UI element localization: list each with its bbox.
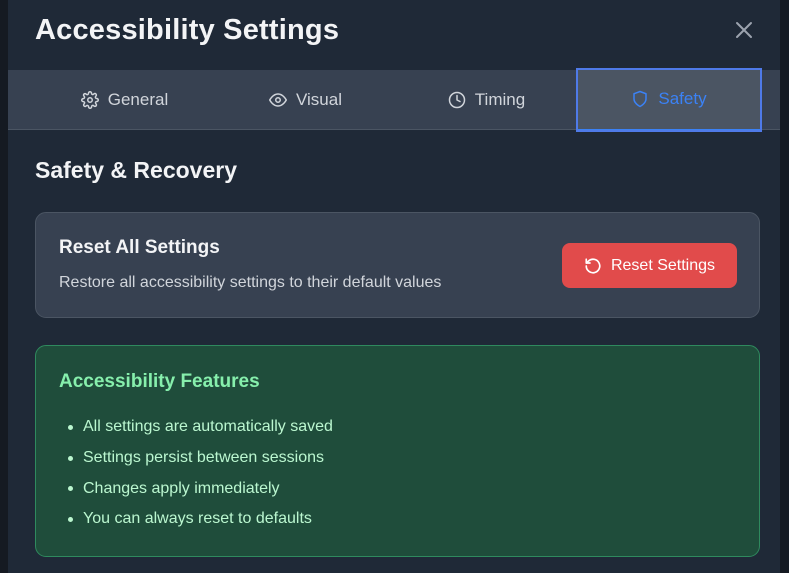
feature-text: All settings are automatically saved — [83, 418, 333, 436]
tab-timing[interactable]: Timing — [396, 70, 577, 130]
gear-icon — [80, 91, 99, 109]
shield-icon — [633, 90, 648, 107]
reset-card-description: Restore all accessibility settings to th… — [59, 274, 442, 291]
tab-label-visual: Visual — [296, 90, 342, 109]
clock-icon — [448, 91, 466, 109]
dialog-title: Accessibility Settings — [35, 14, 340, 46]
tab-visual[interactable]: Visual — [215, 70, 396, 130]
list-item: All settings are automatically saved — [59, 412, 333, 443]
tab-label-timing: Timing — [474, 90, 526, 109]
reset-button-label: Reset Settings — [610, 256, 716, 274]
reset-card: Reset All Settings Restore all accessibi… — [35, 212, 760, 318]
bullet-icon — [68, 516, 73, 522]
eye-icon — [269, 93, 287, 107]
rotate-ccw-icon — [585, 257, 601, 274]
feature-text: Settings persist between sessions — [83, 449, 325, 467]
bullet-icon — [68, 486, 73, 492]
tab-bar: General Visual Timing Safety — [8, 68, 780, 132]
reset-card-title: Reset All Settings — [59, 237, 220, 258]
close-button[interactable] — [732, 18, 756, 42]
tab-label-safety: Safety — [658, 88, 707, 108]
features-list: All settings are automatically saved Set… — [59, 412, 333, 535]
features-card-title: Accessibility Features — [59, 371, 260, 392]
list-item: Changes apply immediately — [59, 473, 333, 504]
bullet-icon — [68, 455, 73, 461]
tab-safety[interactable]: Safety — [576, 68, 762, 132]
close-icon — [736, 22, 752, 38]
feature-text: You can always reset to defaults — [83, 510, 312, 528]
reset-settings-button[interactable]: Reset Settings — [562, 243, 737, 288]
section-title: Safety & Recovery — [35, 157, 237, 183]
dialog-header: Accessibility Settings — [8, 0, 780, 70]
tab-label-general: General — [107, 90, 169, 109]
bullet-icon — [68, 424, 73, 430]
accessibility-dialog: Accessibility Settings General Visual Ti… — [8, 0, 780, 573]
feature-text: Changes apply immediately — [83, 479, 280, 497]
list-item: You can always reset to defaults — [59, 504, 333, 535]
features-card: Accessibility Features All settings are … — [35, 345, 760, 557]
list-item: Settings persist between sessions — [59, 443, 333, 474]
tab-general[interactable]: General — [34, 70, 215, 130]
